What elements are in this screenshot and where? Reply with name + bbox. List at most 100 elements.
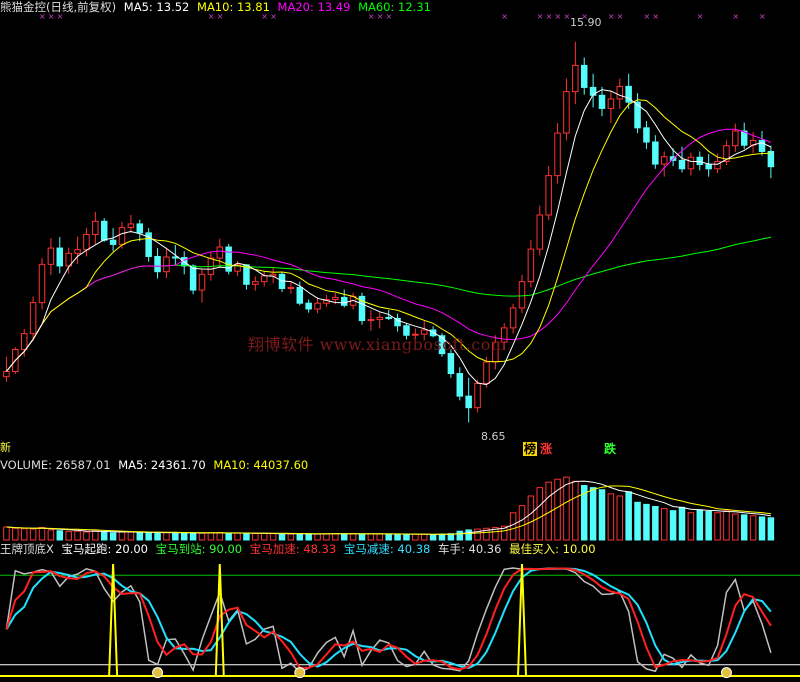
candle-body	[607, 98, 615, 109]
volume-bar	[634, 501, 641, 541]
indicator-daozhan: 宝马到站: 90.00	[155, 542, 243, 556]
candle-body	[305, 302, 312, 310]
candle	[225, 243, 232, 275]
volume-bar	[340, 533, 348, 541]
candle	[572, 41, 579, 105]
volume-bar	[456, 530, 464, 541]
candle	[83, 228, 90, 257]
candle-body	[56, 247, 64, 267]
ma10-label: MA10: 13.81	[197, 0, 270, 14]
volume-bar	[100, 531, 108, 541]
volume-bar	[509, 512, 517, 541]
candle-body	[92, 220, 99, 235]
candle	[465, 377, 472, 423]
candle-body	[314, 302, 321, 310]
candle-body	[456, 373, 464, 397]
candle-body	[332, 296, 339, 301]
volume-bar	[314, 533, 321, 541]
candle-body	[136, 223, 144, 234]
candle-body	[465, 395, 472, 409]
signal-marker: ×	[368, 14, 375, 21]
volume-bar	[358, 533, 366, 541]
candle	[47, 238, 55, 275]
signal-marker: ×	[555, 14, 562, 21]
volume-bar	[625, 491, 632, 541]
tag-zhang[interactable]: 涨	[539, 442, 553, 456]
candle	[367, 310, 375, 331]
candle	[580, 57, 588, 95]
candle-body	[545, 175, 552, 216]
volume-bar	[376, 533, 384, 541]
candle	[554, 123, 561, 184]
ma60-label: MA60: 12.31	[358, 0, 431, 14]
volume-bar	[607, 493, 615, 541]
volume-bar	[296, 533, 304, 541]
volume-bar	[660, 508, 668, 541]
signal-marker: ×	[217, 14, 224, 21]
candle-body	[74, 249, 81, 254]
volume-chart[interactable]	[0, 472, 800, 542]
volume-bar	[740, 514, 748, 541]
candle-body	[732, 130, 739, 147]
price-low-label: 8.65	[481, 430, 506, 443]
volume-bar	[56, 530, 64, 541]
volume-bar	[252, 533, 259, 541]
volume-bar	[385, 533, 392, 541]
volume-bar	[74, 530, 81, 541]
buy-badge-icon	[720, 667, 732, 679]
jiansu-line	[5, 567, 772, 669]
candle	[56, 237, 64, 274]
signal-marker: ×	[697, 14, 704, 21]
volume-bar	[287, 533, 295, 541]
candle	[38, 258, 46, 310]
candle-body	[154, 255, 161, 273]
candle	[536, 205, 544, 256]
volume-bar	[643, 503, 650, 541]
candle-body	[527, 248, 535, 283]
volume-bar	[332, 533, 339, 541]
signal-marker: ×	[608, 14, 615, 21]
candle-body	[385, 316, 392, 319]
volume-bar	[83, 531, 90, 541]
candle-body	[474, 383, 481, 409]
candle	[767, 145, 775, 179]
candle-body	[518, 281, 526, 309]
price-chart[interactable]: × × × × × × × × × × × × × × × × × × × × × × ×	[0, 14, 800, 454]
tag-bang[interactable]: 榜	[523, 442, 538, 456]
volume-bar	[616, 495, 624, 541]
indicator-chart[interactable]	[0, 556, 800, 682]
candle-body	[696, 156, 704, 166]
volume-bar	[767, 517, 775, 541]
indicator-buy: 最佳买入: 10.00	[509, 542, 596, 556]
volume-bar	[163, 532, 170, 541]
candle	[358, 292, 366, 325]
volume-bar	[243, 533, 250, 541]
candle	[269, 267, 277, 284]
volume-bar	[349, 533, 357, 541]
volume-bar	[92, 529, 99, 541]
tag-die[interactable]: 跌	[603, 442, 617, 456]
candle	[394, 313, 401, 332]
candle-body	[38, 263, 46, 304]
candle	[634, 93, 641, 134]
volume-bar	[127, 531, 135, 541]
signal-marker: ×	[546, 14, 553, 21]
indicator-name: 王牌顶底X	[0, 542, 54, 556]
candle-body	[598, 94, 606, 109]
candle-body	[83, 233, 90, 251]
candle	[252, 276, 259, 291]
candle	[385, 310, 392, 320]
candle-body	[660, 156, 668, 165]
candle-body	[447, 353, 455, 375]
volume-bar	[696, 509, 704, 541]
candle-body	[29, 302, 37, 335]
buy-badge-icon	[152, 667, 164, 679]
volume-bar	[3, 526, 10, 541]
candle	[563, 78, 570, 141]
stock-title: 熊猫金控(日线,前复权)	[0, 0, 117, 14]
candle-body	[652, 141, 659, 165]
volume-ma10: MA10: 44037.60	[213, 458, 309, 472]
candle-body	[714, 160, 721, 170]
volume-bar	[65, 531, 72, 541]
candle	[163, 248, 170, 278]
